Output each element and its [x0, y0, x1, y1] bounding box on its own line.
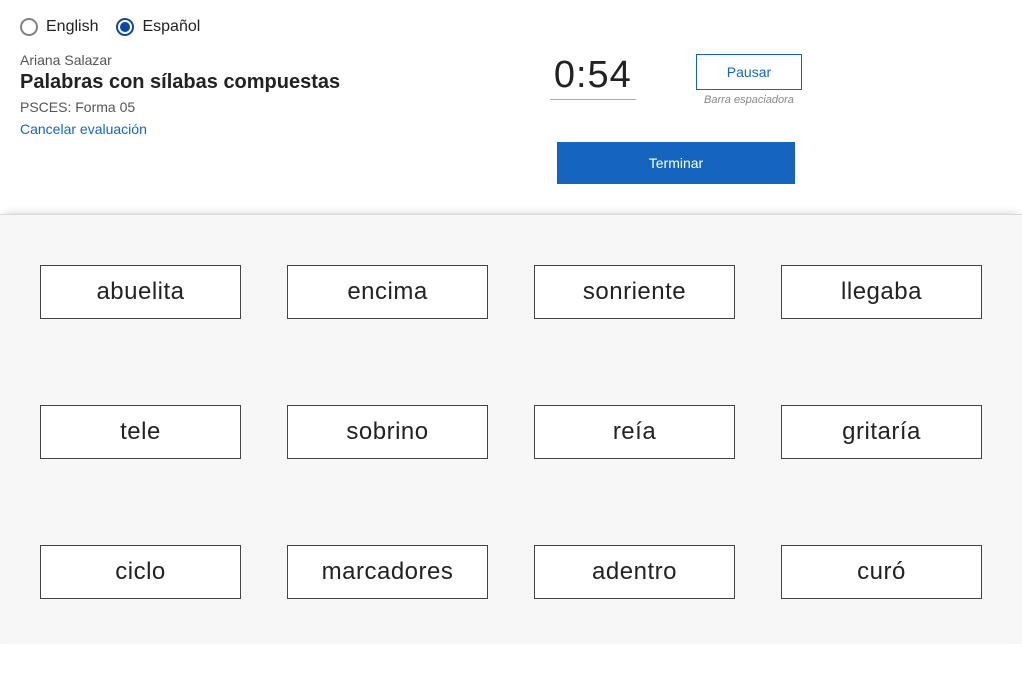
- word-card[interactable]: sobrino: [287, 405, 488, 459]
- radio-icon: [116, 18, 134, 36]
- form-id: PSCES: Forma 05: [20, 99, 350, 115]
- word-card[interactable]: adentro: [534, 545, 735, 599]
- pause-button[interactable]: Pausar: [696, 54, 802, 90]
- lang-option-espanol[interactable]: Español: [116, 18, 200, 36]
- finish-button[interactable]: Terminar: [557, 142, 795, 184]
- word-card[interactable]: ciclo: [40, 545, 241, 599]
- language-toggle: English Español: [20, 18, 1002, 36]
- lang-label: English: [46, 18, 98, 36]
- radio-icon: [20, 18, 38, 36]
- word-card[interactable]: sonriente: [534, 265, 735, 319]
- lang-option-english[interactable]: English: [20, 18, 98, 36]
- assessment-title: Palabras con sílabas compuestas: [20, 70, 350, 95]
- student-name: Ariana Salazar: [20, 52, 350, 68]
- word-card[interactable]: llegaba: [781, 265, 982, 319]
- word-card[interactable]: encima: [287, 265, 488, 319]
- cancel-evaluation-link[interactable]: Cancelar evaluación: [20, 121, 147, 137]
- word-card[interactable]: curó: [781, 545, 982, 599]
- word-grid-section: abuelita encima sonriente llegaba tele sobrin…: [0, 214, 1022, 644]
- word-card[interactable]: reía: [534, 405, 735, 459]
- timer-display: 0:54: [550, 54, 636, 100]
- lang-label: Español: [142, 18, 200, 36]
- word-card[interactable]: gritaría: [781, 405, 982, 459]
- spacebar-hint: Barra espaciadora: [704, 94, 794, 106]
- word-card[interactable]: tele: [40, 405, 241, 459]
- word-card[interactable]: abuelita: [40, 265, 241, 319]
- word-card[interactable]: marcadores: [287, 545, 488, 599]
